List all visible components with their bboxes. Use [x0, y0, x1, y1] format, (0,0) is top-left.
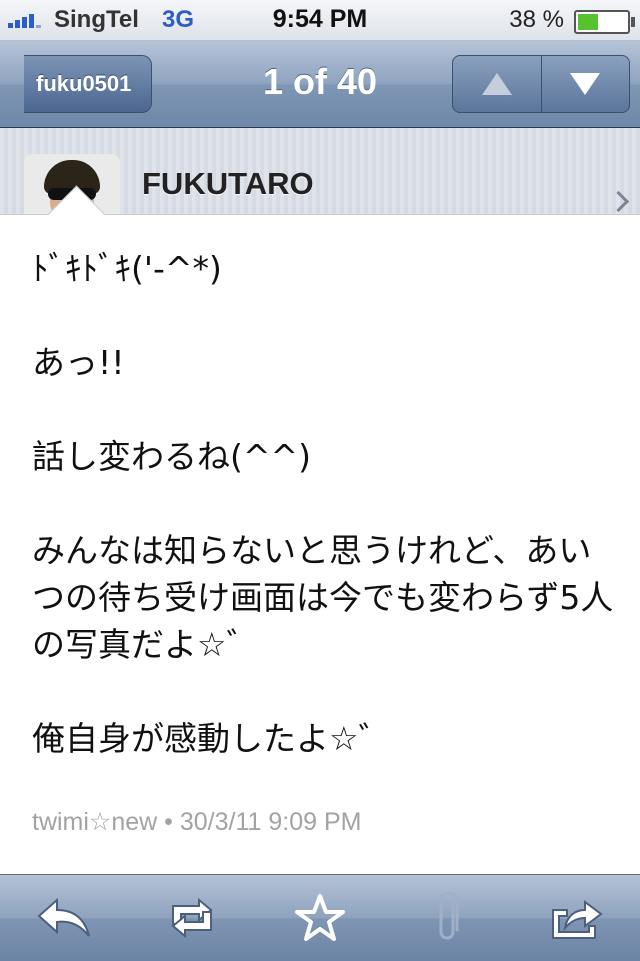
back-button-label: fuku0501: [36, 71, 132, 96]
previous-next-control: [452, 55, 630, 113]
paperclip-icon: [439, 892, 459, 940]
tweet-text: ﾄﾞｷﾄﾞｷ('-^*) あっ!! 話し変わるね(^^) みんなは知らないと思う…: [32, 245, 622, 762]
reply-button[interactable]: [24, 883, 104, 953]
navigation-bar: fuku0501 1 of 40: [0, 41, 640, 128]
tweet-paragraph: 話し変わるね(^^): [32, 437, 312, 476]
tweet-paragraph: ﾄﾞｷﾄﾞｷ('-^*): [32, 249, 222, 288]
arrow-up-icon: [481, 73, 512, 95]
retweet-icon: [171, 897, 213, 939]
favorite-button[interactable]: [280, 883, 360, 953]
tweet-detail: ﾄﾞｷﾄﾞｷ('-^*) あっ!! 話し変わるね(^^) みんなは知らないと思う…: [0, 214, 640, 875]
profile-header[interactable]: FUKUTARO: [0, 128, 640, 250]
tweet-paragraph: みんなは知らないと思うけれど、あいつの待ち受け画面は今でも変わらず5人の写真だよ…: [32, 531, 614, 664]
tweet-paragraph: あっ!!: [32, 343, 125, 382]
chevron-right-icon[interactable]: [607, 190, 630, 213]
previous-button[interactable]: [453, 56, 541, 112]
status-bar: SingTel 3G 9:54 PM 38 %: [0, 0, 640, 41]
share-button[interactable]: [536, 883, 616, 953]
next-button[interactable]: [540, 56, 630, 112]
bottom-toolbar: [0, 874, 640, 961]
battery-percent: 38 %: [509, 6, 564, 33]
tweet-paragraph: 俺自身が感動したよ☆゛: [32, 719, 392, 758]
battery-icon: [574, 10, 635, 34]
reply-icon: [37, 898, 90, 937]
tweet-meta: twimi☆new • 30/3/11 9:09 PM: [32, 808, 362, 836]
page-title: 1 of 40: [262, 61, 378, 102]
share-icon: [552, 900, 603, 939]
attach-button[interactable]: [408, 883, 488, 953]
profile-name: FUKUTARO: [142, 166, 314, 201]
arrow-down-icon: [570, 73, 601, 95]
star-icon: [295, 894, 345, 941]
back-button[interactable]: fuku0501: [24, 55, 153, 113]
retweet-button[interactable]: [152, 883, 232, 953]
